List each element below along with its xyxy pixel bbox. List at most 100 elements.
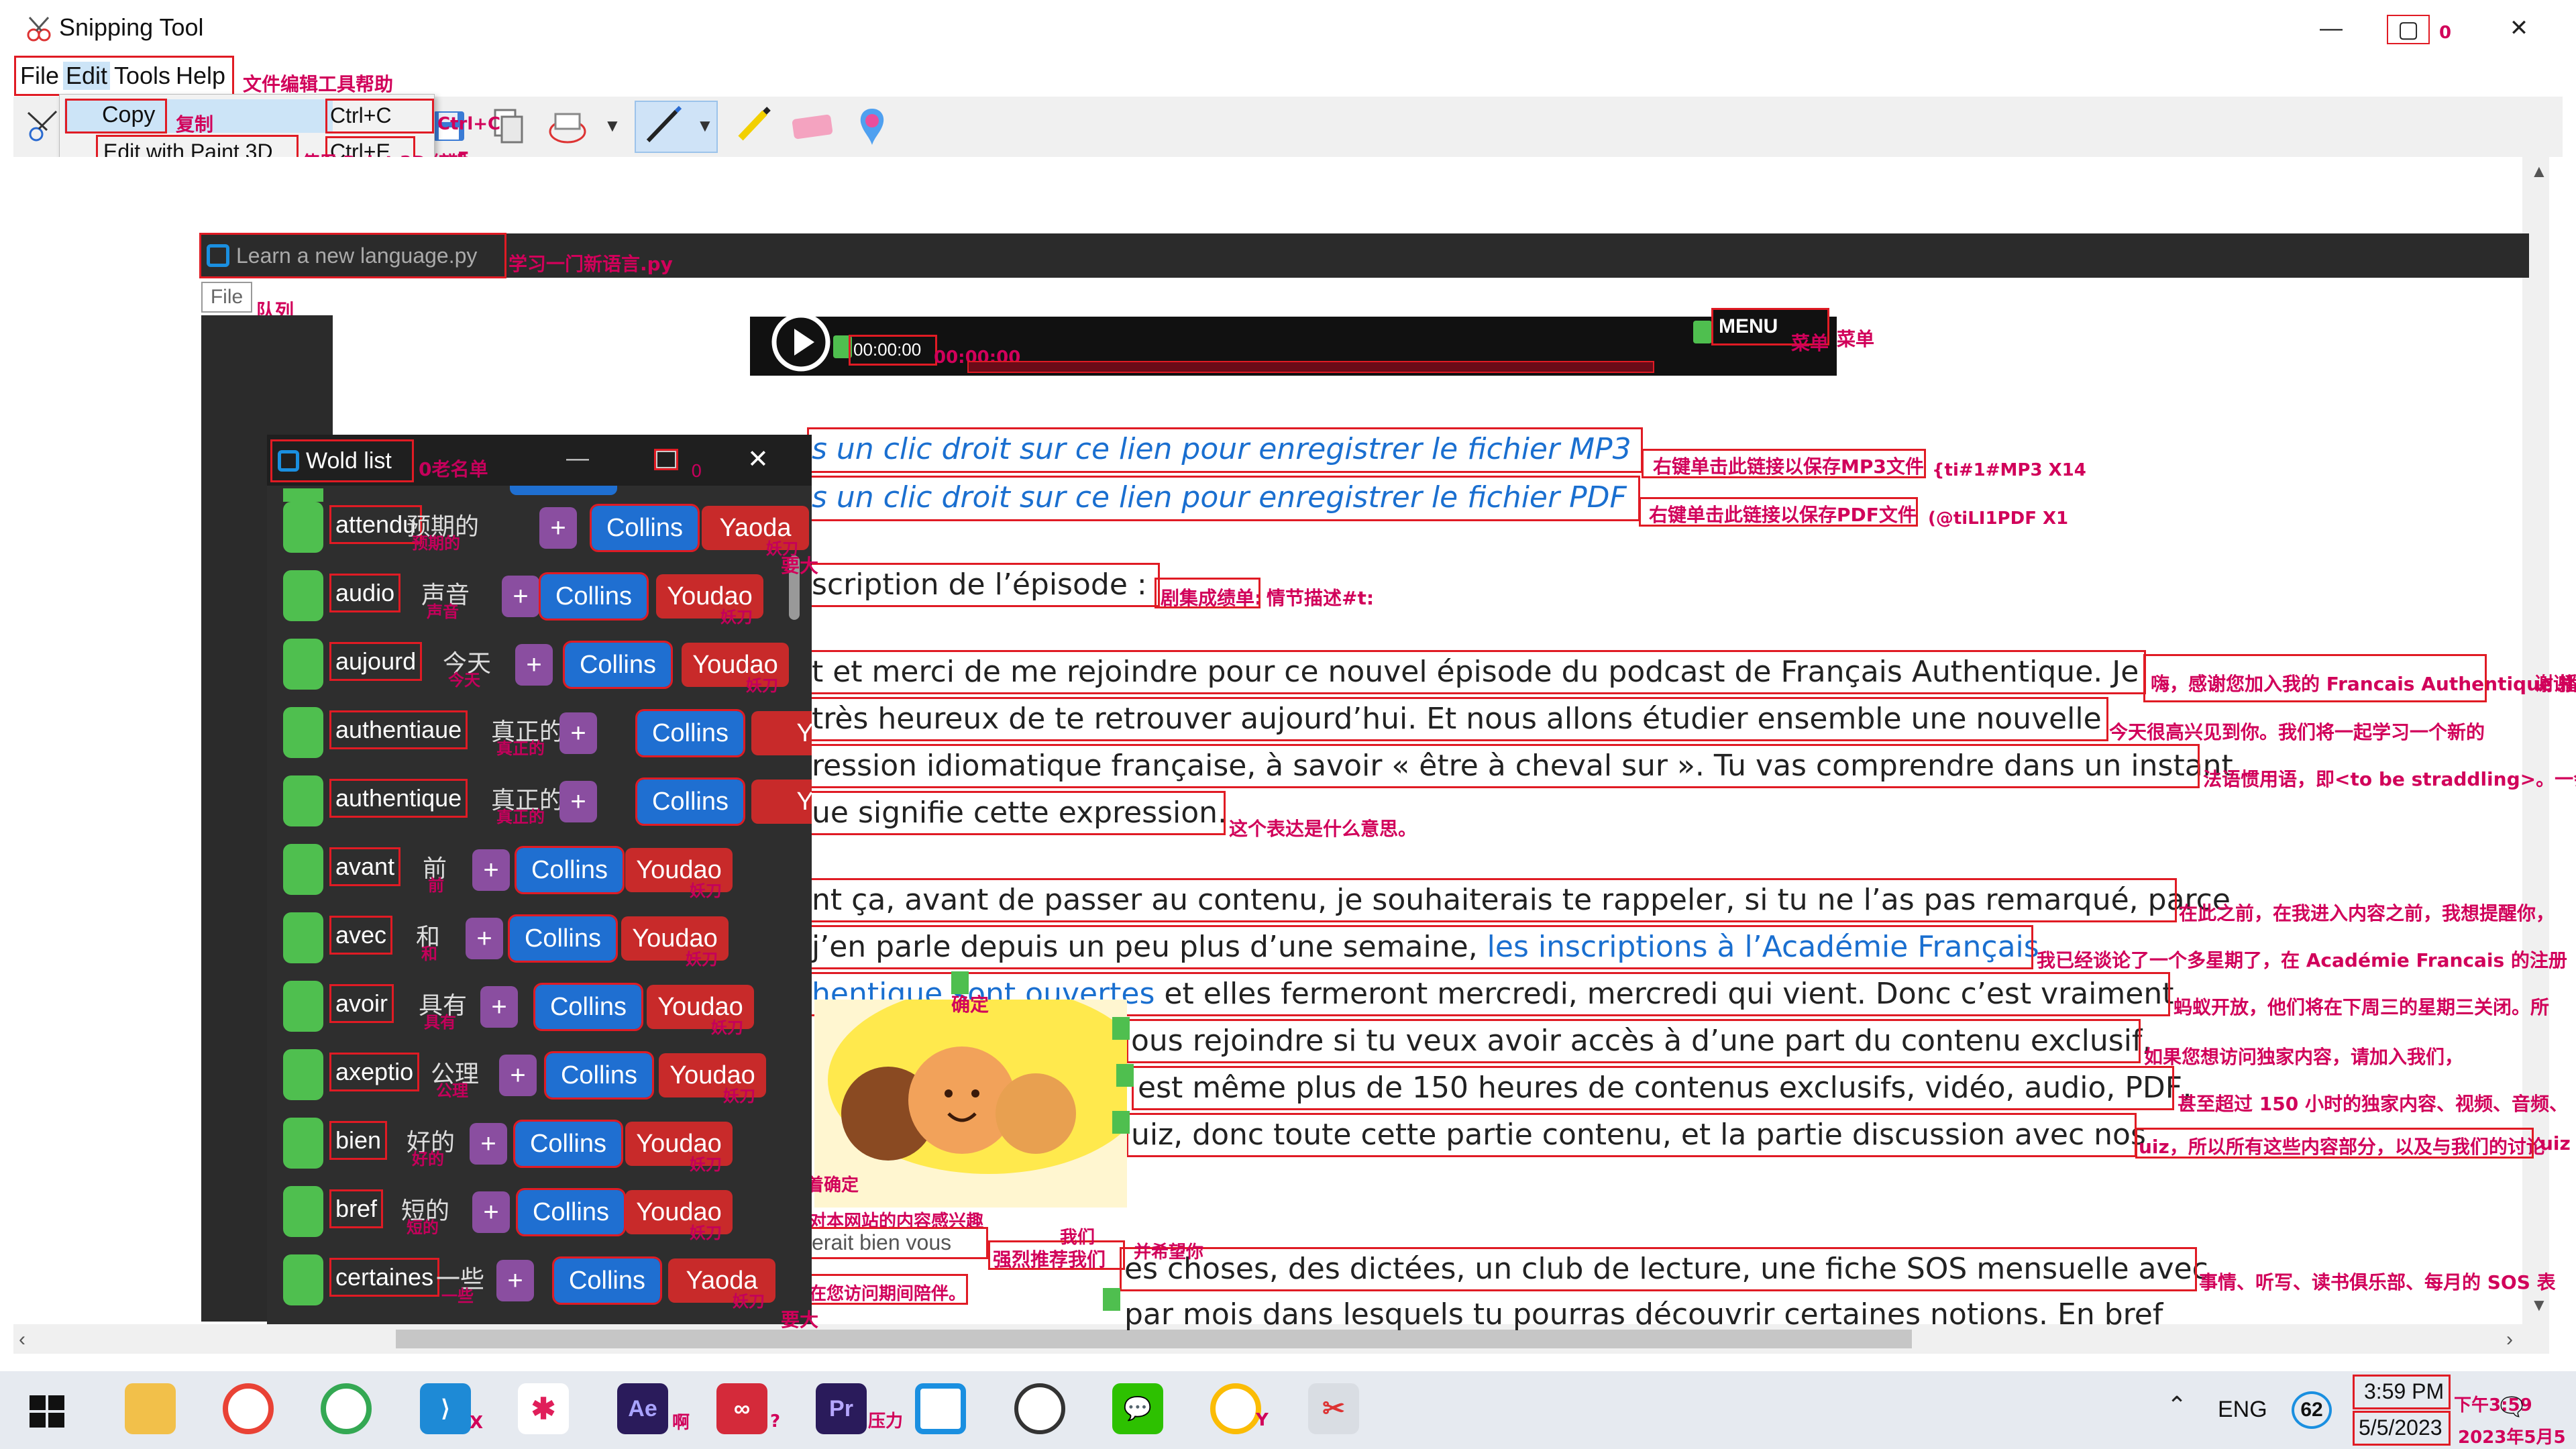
add-word-button[interactable]: + <box>559 712 597 754</box>
word-checkbox[interactable] <box>283 639 323 690</box>
vscode-annotation: X <box>470 1413 484 1433</box>
taskbar <box>0 1371 2576 1449</box>
add-word-button[interactable]: + <box>559 781 597 822</box>
collins-button[interactable]: Collins <box>590 504 700 552</box>
add-word-button[interactable]: + <box>499 1055 537 1096</box>
snipping-tool-taskbar-icon[interactable]: ✂ <box>1308 1383 1359 1434</box>
youdao-button[interactable]: Y <box>751 780 812 824</box>
word-list-row: axeptio 公理 公理 + Collins Youdao 妖刀 <box>267 1034 812 1106</box>
word-checkbox[interactable] <box>283 912 323 963</box>
pen-tool-button[interactable]: ▼ <box>635 101 718 153</box>
collins-button[interactable]: Collins <box>533 983 643 1031</box>
chrome-icon[interactable] <box>223 1383 274 1434</box>
word-checkbox[interactable] <box>283 570 323 621</box>
notification-icon[interactable]: 🗨 <box>2496 1393 2528 1422</box>
menu-file[interactable]: File <box>20 62 59 90</box>
eraser-icon[interactable] <box>789 109 836 144</box>
add-word-button[interactable]: + <box>472 849 510 891</box>
scroll-up-icon[interactable]: ▲ <box>2530 161 2548 182</box>
word-chinese-annotation: 公理 <box>436 1081 468 1100</box>
word-checkbox[interactable] <box>283 707 323 758</box>
scroll-right-icon[interactable]: › <box>2506 1328 2513 1351</box>
learn-app-icon[interactable] <box>915 1383 966 1434</box>
collins-button[interactable]: Collins <box>516 1188 626 1236</box>
chrome-y-icon[interactable] <box>1210 1383 1261 1434</box>
menu-translation-2: 菜单 <box>1837 328 1875 350</box>
send-dropdown-chevron-icon[interactable]: ▼ <box>604 115 624 136</box>
new-snip-icon[interactable] <box>24 107 64 145</box>
collins-button[interactable]: Collins <box>544 1051 654 1099</box>
word-list-row: avoir 具有 具有 + Collins Youdao 妖刀 <box>267 966 812 1037</box>
collins-button[interactable]: Collins <box>513 1120 623 1168</box>
play-icon[interactable] <box>767 309 835 376</box>
slack-icon[interactable]: ✱ <box>518 1383 569 1434</box>
dialog-close-button[interactable]: ✕ <box>747 444 769 474</box>
battery-badge[interactable]: 62 <box>2292 1391 2332 1429</box>
add-word-button[interactable]: + <box>470 1123 507 1165</box>
add-word-button[interactable]: + <box>466 918 503 959</box>
scroll-left-icon[interactable]: ‹ <box>19 1328 25 1351</box>
youdao-button[interactable]: Y <box>751 711 812 755</box>
creative-cloud-icon[interactable]: ∞ <box>716 1383 767 1434</box>
add-word-button[interactable]: + <box>515 644 553 686</box>
vscode-icon[interactable]: ⟩ <box>420 1383 471 1434</box>
copy-menu-item[interactable]: Copy <box>65 99 167 133</box>
tray-chevron-icon[interactable]: ⌃ <box>2167 1391 2187 1419</box>
paint3d-icon[interactable] <box>852 105 892 149</box>
editor-tab[interactable]: Learn a new language.py <box>199 233 506 278</box>
menu-tools[interactable]: Tools <box>114 62 170 90</box>
clock-date-translation: 2023年5月5 <box>2458 1428 2566 1448</box>
word-checkbox[interactable] <box>283 844 323 895</box>
scroll-down-icon[interactable]: ▼ <box>2530 1295 2548 1316</box>
collins-button[interactable]: Collins <box>552 1256 662 1305</box>
word-chinese-annotation: 一些 <box>441 1287 474 1305</box>
minimize-button[interactable]: — <box>2294 7 2368 50</box>
word-text: avant <box>329 847 401 886</box>
collins-button[interactable]: Collins <box>539 572 649 621</box>
side-text-box: erait bien vous <box>807 1227 988 1259</box>
word-chinese-annotation: 具有 <box>424 1013 456 1032</box>
collins-button[interactable]: Collins <box>563 641 673 689</box>
premiere-icon[interactable]: Pr <box>816 1383 867 1434</box>
add-word-button[interactable]: + <box>502 576 539 617</box>
word-list-row: authentiaue真正的真正的+CollinsY阿蒙斯 <box>267 692 812 761</box>
collins-button[interactable]: Collins <box>515 846 625 894</box>
file-tab[interactable]: File <box>201 282 252 313</box>
chrome-profile-icon[interactable] <box>321 1383 372 1434</box>
editor-tab-title: Learn a new language.py <box>236 243 478 268</box>
wechat-icon[interactable]: 💬 <box>1112 1383 1163 1434</box>
word-checkbox[interactable] <box>283 1186 323 1237</box>
word-checkbox[interactable] <box>283 981 323 1032</box>
word-checkbox[interactable] <box>283 502 323 553</box>
language-indicator[interactable]: ENG <box>2218 1397 2267 1423</box>
pen-dropdown-chevron-icon[interactable]: ▼ <box>696 115 714 136</box>
add-word-button[interactable]: + <box>496 1260 534 1301</box>
collins-button[interactable]: Collins <box>508 914 618 963</box>
p2-line6-box <box>1126 1113 2137 1157</box>
menu-edit[interactable]: Edit <box>63 62 111 90</box>
obs-icon[interactable] <box>1014 1383 1065 1434</box>
close-button[interactable]: ✕ <box>2482 7 2556 50</box>
collins-button[interactable]: Collins <box>635 777 745 826</box>
dialog-restore-button[interactable] <box>654 449 678 470</box>
word-checkbox[interactable] <box>283 1049 323 1100</box>
after-effects-icon[interactable]: Ae <box>617 1383 668 1434</box>
video-progress-bar[interactable] <box>967 361 1654 373</box>
restore-button[interactable]: ▢ <box>2387 15 2430 44</box>
menu-help[interactable]: Help <box>176 62 225 90</box>
add-word-button[interactable]: + <box>472 1191 510 1233</box>
clock-time[interactable]: 3:59 PM <box>2353 1375 2451 1409</box>
file-explorer-icon[interactable] <box>125 1383 176 1434</box>
word-checkbox[interactable] <box>283 775 323 826</box>
horizontal-scroll-thumb[interactable] <box>396 1330 1912 1348</box>
dialog-minimize-button[interactable]: — <box>566 445 589 472</box>
clock-date[interactable]: 5/5/2023 <box>2353 1411 2451 1446</box>
highlighter-icon[interactable] <box>731 103 775 148</box>
add-word-button[interactable]: + <box>539 507 577 549</box>
send-icon[interactable] <box>545 106 592 146</box>
word-checkbox[interactable] <box>283 1118 323 1169</box>
add-word-button[interactable]: + <box>480 986 518 1028</box>
collins-button[interactable]: Collins <box>635 709 745 757</box>
word-checkbox[interactable] <box>283 1254 323 1305</box>
windows-start-icon[interactable] <box>30 1395 64 1428</box>
